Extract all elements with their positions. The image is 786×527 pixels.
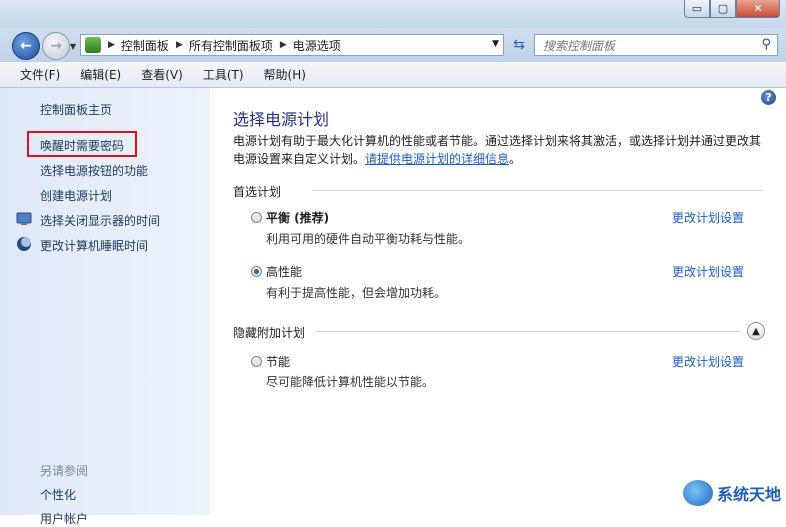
control-panel-icon — [85, 37, 101, 53]
plan-power-saver-name[interactable]: 节能 — [266, 353, 290, 370]
refresh-button[interactable]: ⇆ — [508, 35, 530, 55]
recent-pages-dropdown-icon[interactable]: ▼ — [70, 42, 76, 51]
maximize-button[interactable]: ▢ — [710, 0, 736, 18]
navigation-bar: ← → ▼ ▶ 控制面板 ▶ 所有控制面板项 ▶ 电源选项 ▼ ⇆ ⚲ — [0, 28, 786, 62]
window-controls: ▭ ▢ ✕ — [684, 0, 780, 18]
main-content: ? 选择电源计划 电源计划有助于最大化计算机的性能或者节能。通过选择计划来将其激… — [210, 88, 786, 515]
watermark-text: 系统天地 — [717, 485, 782, 504]
plan-high-performance-name[interactable]: 高性能 — [266, 263, 302, 280]
watermark-logo-icon — [683, 480, 713, 506]
plan-balanced-name[interactable]: 平衡 (推荐) — [266, 209, 329, 226]
search-box: ⚲ — [534, 34, 778, 56]
chevron-right-icon[interactable]: ▶ — [108, 40, 115, 50]
menu-file[interactable]: 文件(F) — [14, 66, 66, 83]
details-link[interactable]: 请提供电源计划的详细信息 — [365, 152, 509, 166]
breadcrumb-item[interactable]: 所有控制面板项 — [189, 37, 273, 54]
close-button[interactable]: ✕ — [736, 0, 780, 18]
sidebar-item-sleep-time[interactable]: 更改计算机睡眠时间 — [40, 237, 148, 254]
menu-tools[interactable]: 工具(T) — [197, 66, 250, 83]
breadcrumb-item[interactable]: 控制面板 — [121, 37, 169, 54]
sidebar-item-create-plan[interactable]: 创建电源计划 — [40, 187, 112, 204]
plan-balanced-change-link[interactable]: 更改计划设置 — [672, 209, 744, 226]
plan-high-performance-desc: 有利于提高性能，但会增加功耗。 — [266, 286, 447, 300]
plan-high-performance-change-link[interactable]: 更改计划设置 — [672, 263, 744, 280]
menu-bar: 文件(F) 编辑(E) 查看(V) 工具(T) 帮助(H) — [0, 62, 786, 88]
see-also-heading: 另请参阅 — [40, 464, 89, 478]
plan-balanced-desc: 利用可用的硬件自动平衡功耗与性能。 — [266, 232, 471, 246]
chevron-right-icon[interactable]: ▶ — [176, 40, 183, 50]
sidebar-item-personalization[interactable]: 个性化 — [40, 486, 76, 503]
divider — [313, 190, 763, 191]
minimize-button[interactable]: ▭ — [684, 0, 710, 18]
sidebar: 控制面板主页 唤醒时需要密码 选择电源按钮的功能 创建电源计划 选择关闭显示器的… — [0, 88, 210, 526]
watermark: 系统天地 — [683, 480, 781, 506]
chevron-right-icon[interactable]: ▶ — [280, 40, 287, 50]
forward-button[interactable]: → — [42, 32, 70, 60]
search-icon[interactable]: ⚲ — [761, 37, 771, 52]
menu-view[interactable]: 查看(V) — [135, 66, 189, 83]
divider — [315, 331, 741, 332]
address-bar[interactable]: ▶ 控制面板 ▶ 所有控制面板项 ▶ 电源选项 ▼ — [80, 34, 504, 56]
hidden-plans-heading: 隐藏附加计划 — [233, 326, 306, 340]
help-icon[interactable]: ? — [761, 90, 776, 105]
preferred-plans-heading: 首选计划 — [233, 185, 282, 199]
description-end: 。 — [509, 152, 522, 166]
plan-power-saver-radio[interactable] — [251, 356, 262, 367]
plan-high-performance-radio[interactable] — [251, 266, 262, 277]
plan-power-saver-desc: 尽可能降低计算机性能以节能。 — [266, 375, 435, 389]
sidebar-item-user-accounts[interactable]: 用户帐户 — [40, 510, 88, 527]
chevron-up-icon: ▲ — [752, 325, 760, 337]
page-title: 选择电源计划 — [233, 110, 330, 129]
collapse-button[interactable]: ▲ — [747, 322, 765, 340]
back-button[interactable]: ← — [12, 32, 40, 60]
display-icon — [16, 212, 32, 225]
plan-power-saver-change-link[interactable]: 更改计划设置 — [672, 353, 744, 370]
menu-edit[interactable]: 编辑(E) — [74, 66, 127, 83]
menu-help[interactable]: 帮助(H) — [258, 66, 312, 83]
refresh-icon: ⇆ — [513, 37, 525, 53]
plan-balanced-radio[interactable] — [251, 212, 262, 223]
sidebar-item-require-password[interactable]: 唤醒时需要密码 — [40, 137, 124, 154]
address-dropdown-icon[interactable]: ▼ — [492, 39, 499, 49]
sidebar-item-display-off[interactable]: 选择关闭显示器的时间 — [40, 212, 160, 229]
search-input[interactable] — [541, 36, 755, 56]
title-bar: ▭ ▢ ✕ — [0, 0, 786, 28]
breadcrumb-item[interactable]: 电源选项 — [293, 37, 341, 54]
sidebar-item-power-buttons[interactable]: 选择电源按钮的功能 — [40, 162, 148, 179]
page-description: 电源计划有助于最大化计算机的性能或者节能。通过选择计划来将其激活，或选择计划并通… — [233, 132, 768, 168]
arrow-left-icon: ← — [20, 38, 32, 54]
arrow-right-icon: → — [50, 38, 62, 54]
breadcrumb: 控制面板 ▶ 所有控制面板项 ▶ 电源选项 — [121, 37, 341, 54]
sidebar-item-home[interactable]: 控制面板主页 — [40, 101, 112, 118]
moon-icon — [17, 237, 31, 251]
